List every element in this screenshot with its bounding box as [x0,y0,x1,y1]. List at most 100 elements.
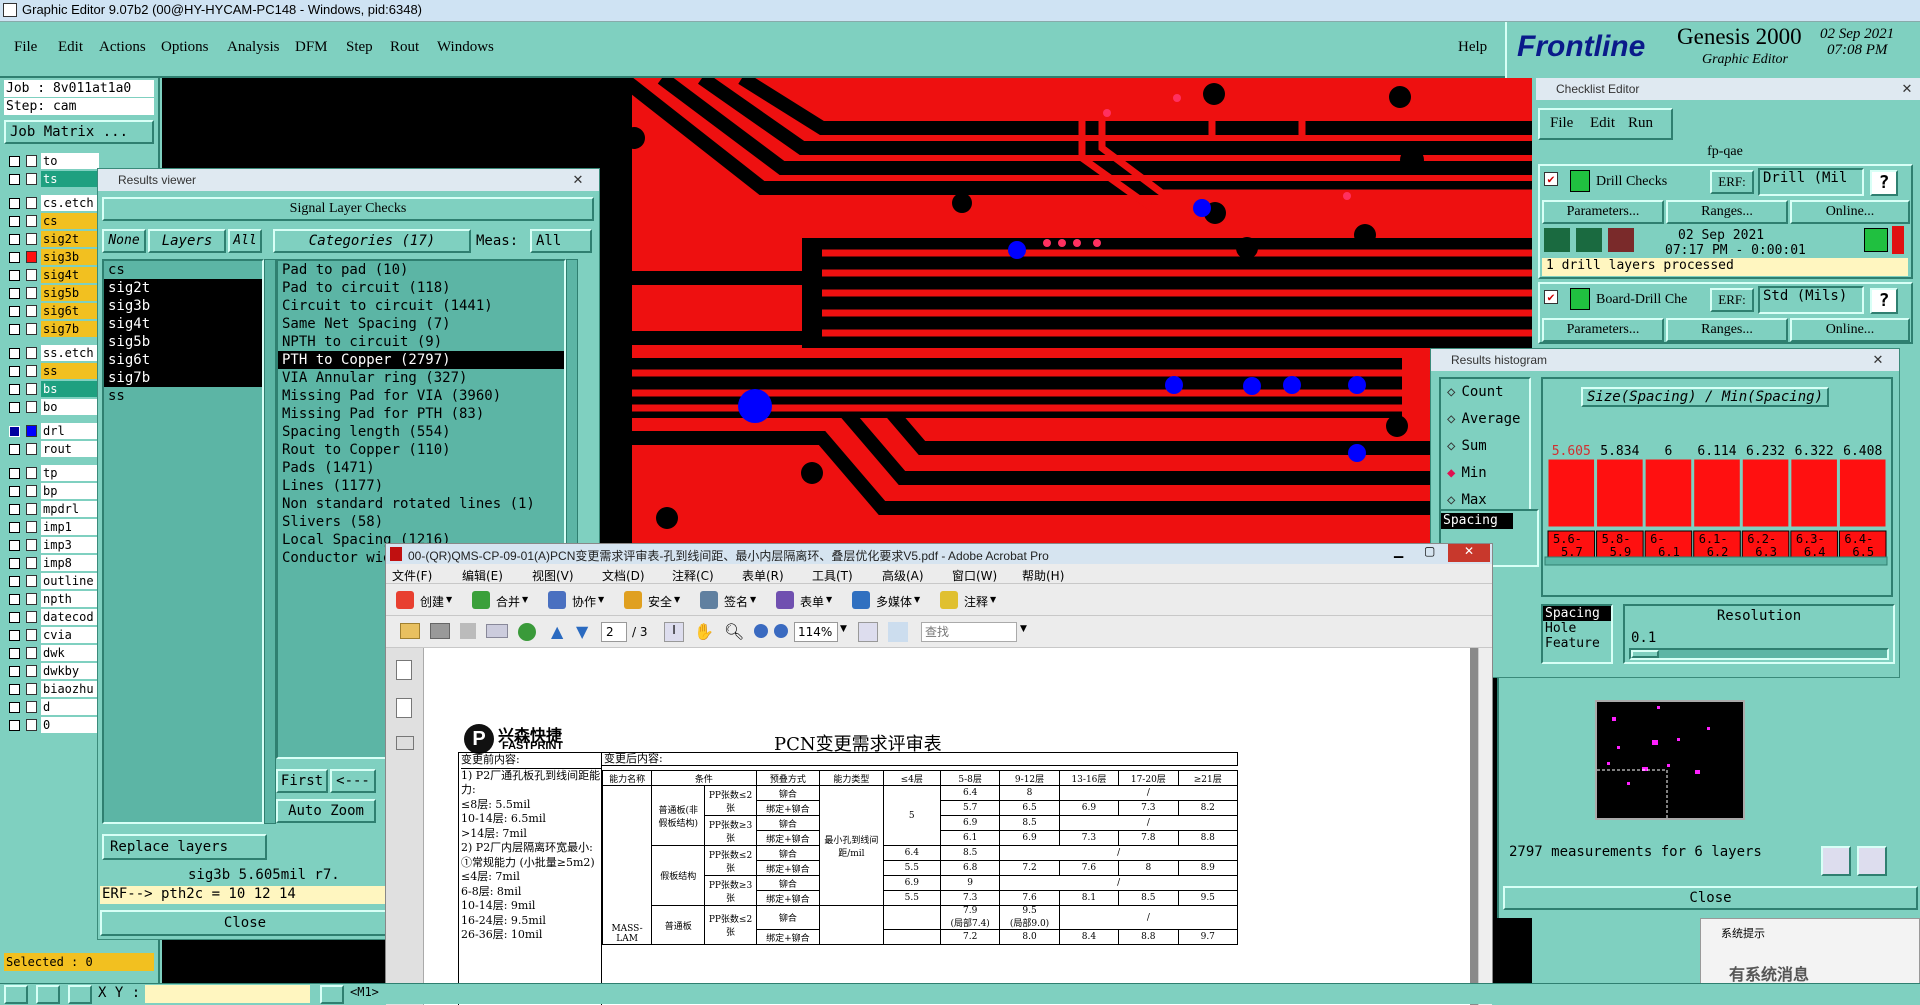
zoom-in-icon[interactable] [774,624,788,638]
find-dropdown-icon[interactable]: ▼ [1020,624,1027,634]
categories-button[interactable]: Categories (17) [273,229,471,253]
layer-checkbox[interactable] [9,648,20,659]
layer-name[interactable]: sig6t [41,303,99,319]
task-button[interactable]: 安全 [648,593,672,610]
layer-color-swatch[interactable] [26,701,37,713]
layer-color-swatch[interactable] [26,347,37,359]
layer-checkbox[interactable] [9,234,20,245]
pdf-scrollbar[interactable] [1478,648,1492,1005]
layer-color-swatch[interactable] [26,683,37,695]
layer-name[interactable]: d [41,699,99,715]
parameters-button-2[interactable]: Parameters... [1542,318,1664,342]
layer-checkbox[interactable] [9,630,20,641]
task-icon[interactable] [940,591,958,609]
radio-icon[interactable]: ◇ [1447,438,1455,454]
result-category-item[interactable]: Missing Pad for VIA (3960) [278,387,564,405]
layer-checkbox[interactable] [9,522,20,533]
result-category-item[interactable]: Circuit to circuit (1441) [278,297,564,315]
erf-field-2[interactable]: Std (Mils) [1758,286,1864,314]
result-category-item[interactable]: Pad to pad (10) [278,261,564,279]
pages-icon[interactable] [396,660,412,680]
minimize-icon[interactable]: ▁ [1394,544,1403,558]
layer-name[interactable]: ss.etch [41,345,99,361]
task-icon[interactable] [396,591,414,609]
none-button[interactable]: None [102,229,146,253]
hand-tool-icon[interactable]: ✋ [694,622,714,641]
signatures-icon[interactable] [396,736,414,750]
layer-name[interactable]: mpdrl [41,501,99,517]
result-category-item[interactable]: Pad to circuit (118) [278,279,564,297]
layer-checkbox[interactable] [9,702,20,713]
histogram-option-min[interactable]: ◆ Min [1441,460,1529,487]
close-icon[interactable]: ✕ [1892,81,1920,97]
layer-color-swatch[interactable] [26,593,37,605]
prev-button[interactable]: <--- [330,769,376,793]
layer-color-swatch[interactable] [26,233,37,245]
layer-checkbox[interactable] [9,612,20,623]
all-button[interactable]: All [228,229,262,253]
radio-icon[interactable]: ◇ [1447,384,1455,400]
snap-icon[interactable] [320,985,344,1004]
menu-rout[interactable]: Rout [390,39,419,56]
chevron-down-icon[interactable]: ▼ [598,595,604,604]
task-button[interactable]: 协作 [572,593,596,610]
layer-color-swatch[interactable] [26,173,37,185]
zoom-dropdown-icon[interactable]: ▼ [840,624,847,634]
task-icon[interactable] [624,591,642,609]
histogram-option-count[interactable]: ◇ Count [1441,379,1529,406]
open-icon[interactable] [400,623,420,639]
erf-field-1[interactable]: Drill (Mil [1758,168,1864,196]
prev-page-icon[interactable]: ▲ [551,622,563,641]
layer-checkbox[interactable] [9,324,20,335]
layer-color-swatch[interactable] [26,485,37,497]
run-icon[interactable] [1544,228,1570,252]
task-icon[interactable] [700,591,718,609]
result-category-item[interactable]: Pads (1471) [278,459,564,477]
layer-checkbox[interactable] [9,540,20,551]
menu-edit[interactable]: Edit [58,39,83,56]
select-tool-icon[interactable] [4,985,28,1004]
layer-name[interactable]: npth [41,591,99,607]
layer-checkbox[interactable] [9,174,20,185]
layer-name[interactable]: datecod [41,609,99,625]
result-category-item[interactable]: Lines (1177) [278,477,564,495]
layer-color-swatch[interactable] [26,719,37,731]
layer-color-swatch[interactable] [26,575,37,587]
layer-name[interactable]: sig5b [41,285,99,301]
menu-options[interactable]: Options [161,39,209,56]
result-category-item[interactable]: Slivers (58) [278,513,564,531]
layer-checkbox[interactable] [9,402,20,413]
zoom-out-icon[interactable] [754,624,768,638]
layers-button[interactable]: Layers [148,229,226,253]
layer-name[interactable]: 0 [41,717,99,733]
acrobat-menu-item[interactable]: 视图(V) [532,567,574,584]
share-icon[interactable] [518,623,536,641]
layer-color-swatch[interactable] [26,197,37,209]
close-icon[interactable]: ✕ [1863,352,1893,368]
result-layer-item[interactable]: sig5b [104,333,262,351]
grid-tool-icon[interactable] [68,985,92,1004]
layer-name[interactable]: cvia [41,627,99,643]
help-icon[interactable]: ? [1870,170,1898,196]
layer-checkbox[interactable] [9,306,20,317]
ranges-button-1[interactable]: Ranges... [1666,200,1788,224]
help-icon-2[interactable]: ? [1870,288,1898,314]
layer-name[interactable]: to [41,153,99,169]
layer-name[interactable]: tp [41,465,99,481]
layer-checkbox[interactable] [9,666,20,677]
acrobat-menu-item[interactable]: 表单(R) [742,567,784,584]
layer-checkbox[interactable] [9,684,20,695]
layer-name[interactable]: rout [41,441,99,457]
layer-name[interactable]: ts [41,171,99,187]
board-drill-checkbox[interactable]: ✔ [1544,290,1558,304]
layer-name[interactable]: sig4t [41,267,99,283]
result-category-item[interactable]: Rout to Copper (110) [278,441,564,459]
layer-color-swatch[interactable] [26,251,37,263]
email-icon[interactable] [486,624,508,638]
layer-name[interactable]: bo [41,399,99,415]
acrobat-menu-item[interactable]: 编辑(E) [462,567,503,584]
layer-checkbox[interactable] [9,348,20,359]
replace-layers-button[interactable]: Replace layers [102,834,267,860]
result-category-item[interactable]: PTH to Copper (2797) [278,351,564,369]
chevron-down-icon[interactable]: ▼ [446,595,452,604]
